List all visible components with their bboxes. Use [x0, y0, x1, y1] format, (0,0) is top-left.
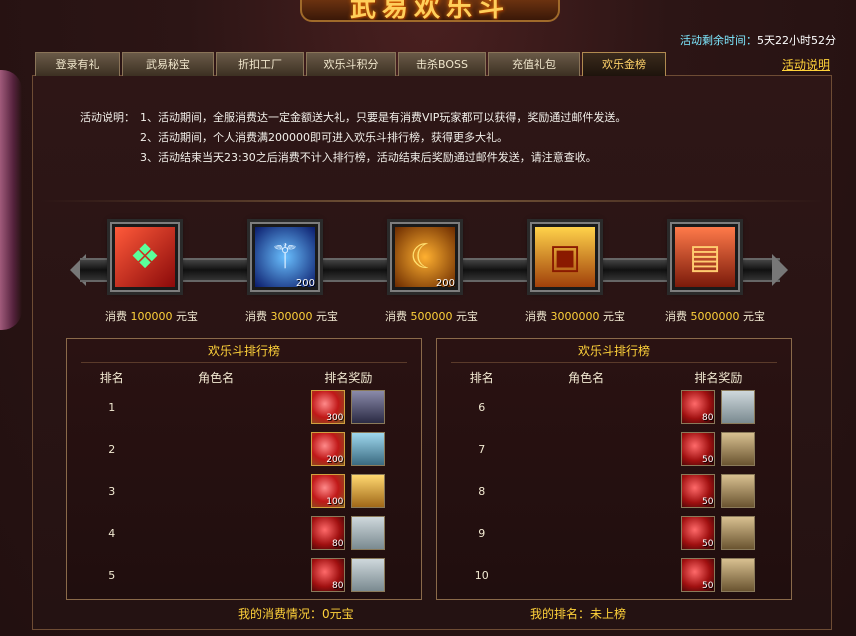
milestone-3: ☾ 200 消费 500000 元宝: [385, 222, 478, 324]
red-gem-icon[interactable]: 80: [311, 516, 346, 550]
red-gem-icon[interactable]: 80: [681, 390, 716, 424]
milestone-reward-5[interactable]: ▤: [670, 222, 740, 292]
description-label: 活动说明：: [80, 111, 135, 124]
timer-label: 活动剩余时间：: [680, 34, 757, 47]
tab-treasure[interactable]: 武易秘宝: [122, 52, 214, 76]
chest-icon[interactable]: [721, 516, 756, 550]
my-spend-status: 我的消费情况：0元宝: [238, 607, 354, 621]
chest-icon[interactable]: [351, 516, 386, 550]
red-gem-icon[interactable]: 200: [311, 432, 346, 466]
divider: [40, 200, 824, 202]
description-line-2: 2、活动期间，个人消费满200000即可进入欢乐斗排行榜，获得更多大礼。: [140, 131, 508, 144]
milestone-4: ▣ 消费 3000000 元宝: [525, 222, 625, 324]
milestone-3-count: 200: [435, 278, 455, 289]
help-link[interactable]: 活动说明: [782, 56, 830, 73]
milestone-reward-3[interactable]: ☾ 200: [390, 222, 460, 292]
timer-value: 5天22小时52分: [757, 34, 836, 47]
chest-icon[interactable]: [721, 474, 756, 508]
ranking-title: 欢乐斗排行榜: [207, 344, 280, 358]
chest-icon[interactable]: [721, 390, 756, 424]
description-line-1: 1、活动期间，全服消费达一定金额送大礼，只要是有消费VIP玩家都可以获得，奖励通…: [140, 111, 627, 124]
event-timer: 活动剩余时间：5天22小时52分: [680, 32, 836, 48]
ranking-left: 欢乐斗排行榜 排名 角色名 排名奖励 1 300 2 200 3 100 4 8…: [66, 338, 422, 600]
red-treasure-chest-icon: ▤: [675, 227, 735, 287]
milestone-reward-4[interactable]: ▣: [530, 222, 600, 292]
table-row: 3 100: [67, 470, 421, 512]
milestone-5: ▤ 消费 5000000 元宝: [665, 222, 765, 324]
character-art-edge: [0, 70, 22, 330]
event-description: 活动说明： 1、活动期间，全服消费达一定金额送大礼，只要是有消费VIP玩家都可以获…: [80, 108, 626, 168]
red-gem-icon[interactable]: 100: [311, 474, 346, 508]
my-rank-status: 我的排名：未上榜: [530, 607, 627, 621]
red-gem-icon[interactable]: 80: [311, 558, 346, 592]
ranking-header: 排名 角色名 排名奖励: [99, 371, 373, 385]
tab-discount[interactable]: 折扣工厂: [216, 52, 304, 76]
ranking-title: 欢乐斗排行榜: [577, 344, 650, 358]
chest-icon[interactable]: [351, 558, 386, 592]
table-row: 6 80: [437, 386, 791, 428]
table-row: 4 80: [67, 512, 421, 554]
table-row: 5 80: [67, 554, 421, 596]
red-gem-icon[interactable]: 50: [681, 516, 716, 550]
table-row: 9 50: [437, 512, 791, 554]
table-row: 7 50: [437, 428, 791, 470]
chest-icon[interactable]: [351, 432, 386, 466]
tab-boss[interactable]: 击杀BOSS: [398, 52, 486, 76]
description-line-3: 3、活动结束当天23:30之后消费不计入排行榜，活动结束后奖励通过邮件发送，请注…: [140, 151, 597, 164]
track-end-right: [772, 254, 788, 286]
milestone-2-count: 200: [295, 278, 315, 289]
tab-bar: 登录有礼 武易秘宝 折扣工厂 欢乐斗积分 击杀BOSS 充值礼包 欢乐金榜: [35, 52, 668, 76]
table-row: 8 50: [437, 470, 791, 512]
chest-icon[interactable]: [721, 432, 756, 466]
red-gem-icon[interactable]: 50: [681, 558, 716, 592]
tab-recharge[interactable]: 充值礼包: [488, 52, 580, 76]
chest-icon[interactable]: [351, 474, 386, 508]
red-gem-icon[interactable]: 50: [681, 432, 716, 466]
tab-golden-rank[interactable]: 欢乐金榜: [582, 52, 666, 76]
ranking-right: 欢乐斗排行榜 排名 角色名 排名奖励 6 80 7 50 8 50 9 50 1…: [436, 338, 792, 600]
table-row: 1 300: [67, 386, 421, 428]
chest-icon[interactable]: [721, 558, 756, 592]
event-banner: 武易欢乐斗: [300, 0, 560, 22]
chest-icon[interactable]: [351, 390, 386, 424]
milestone-reward-1[interactable]: ❖: [110, 222, 180, 292]
red-gem-icon[interactable]: 50: [681, 474, 716, 508]
milestone-1: ❖ 消费 100000 元宝: [105, 222, 198, 324]
milestone-2: ⚚ 200 消费 300000 元宝: [245, 222, 338, 324]
milestone-reward-2[interactable]: ⚚ 200: [250, 222, 320, 292]
tab-points[interactable]: 欢乐斗积分: [306, 52, 396, 76]
table-row: 10 50: [437, 554, 791, 596]
tab-login-gift[interactable]: 登录有礼: [35, 52, 120, 76]
ranking-header: 排名 角色名 排名奖励: [469, 371, 743, 385]
red-gift-box-icon: ❖: [115, 227, 175, 287]
gold-treasure-chest-icon: ▣: [535, 227, 595, 287]
table-row: 2 200: [67, 428, 421, 470]
red-gem-icon[interactable]: 300: [311, 390, 346, 424]
